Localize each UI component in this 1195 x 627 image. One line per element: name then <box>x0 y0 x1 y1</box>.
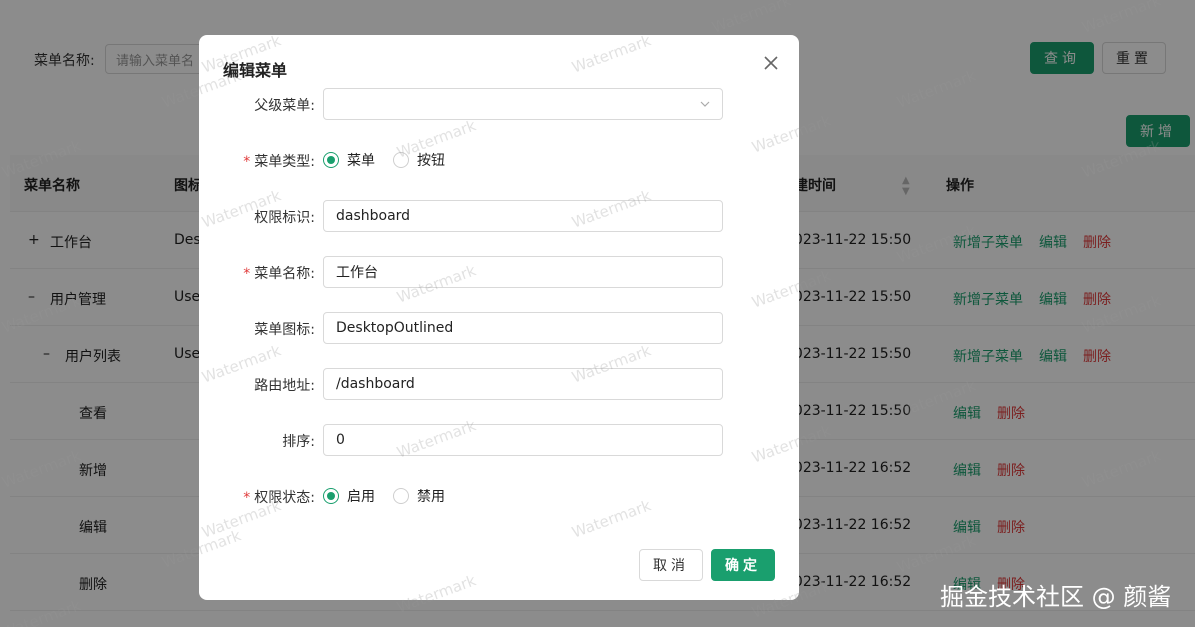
order-value: 0 <box>336 432 345 448</box>
status-option-disabled[interactable]: 禁用 <box>417 486 445 506</box>
close-icon[interactable] <box>761 53 781 73</box>
route-input[interactable]: /dashboard <box>323 368 723 400</box>
perm-input[interactable]: dashboard <box>323 200 723 232</box>
parent-label: 父级菜单: <box>254 98 315 114</box>
type-radio-group: 菜单 按钮 <box>323 150 463 170</box>
status-option-enabled[interactable]: 启用 <box>347 486 375 506</box>
status-radio-disabled[interactable] <box>393 488 409 504</box>
site-brand: 掘金技术社区 @ 颜酱 <box>940 583 1172 611</box>
type-radio-menu[interactable] <box>323 152 339 168</box>
ok-button[interactable]: 确定 <box>711 549 775 581</box>
type-radio-button[interactable] <box>393 152 409 168</box>
type-label-text: 菜单类型: <box>254 154 315 170</box>
icon-input[interactable]: DesktopOutlined <box>323 312 723 344</box>
form-row-icon: 菜单图标: DesktopOutlined <box>199 312 799 344</box>
form-row-route: 路由地址: /dashboard <box>199 368 799 400</box>
form-row-name: * 菜单名称: 工作台 <box>199 256 799 288</box>
name-label-text: 菜单名称: <box>254 266 315 282</box>
edit-menu-modal: 编辑菜单 父级菜单: * 菜单类型: 菜单 按钮 权限标识: dashboard … <box>199 35 799 600</box>
status-radio-group: 启用 禁用 <box>323 486 463 506</box>
form-row-parent: 父级菜单: <box>199 88 799 120</box>
route-value: /dashboard <box>336 376 415 392</box>
form-row-perm: 权限标识: dashboard <box>199 200 799 232</box>
type-option-menu[interactable]: 菜单 <box>347 150 375 170</box>
perm-value: dashboard <box>336 208 411 224</box>
form-row-type: * 菜单类型: 菜单 按钮 <box>199 144 799 176</box>
order-label: 排序: <box>282 434 315 450</box>
order-input[interactable]: 0 <box>323 424 723 456</box>
name-value: 工作台 <box>336 265 378 281</box>
cancel-button[interactable]: 取消 <box>639 549 703 581</box>
status-radio-enabled[interactable] <box>323 488 339 504</box>
name-label: * 菜单名称: <box>243 266 315 282</box>
form-row-status: * 权限状态: 启用 禁用 <box>199 480 799 512</box>
form-row-order: 排序: 0 <box>199 424 799 456</box>
route-label: 路由地址: <box>254 378 315 394</box>
type-label: * 菜单类型: <box>243 154 315 170</box>
status-label-text: 权限状态: <box>254 490 315 506</box>
type-option-button[interactable]: 按钮 <box>417 150 445 170</box>
modal-title: 编辑菜单 <box>223 61 288 80</box>
perm-label: 权限标识: <box>254 210 315 226</box>
parent-select[interactable] <box>323 88 723 120</box>
status-label: * 权限状态: <box>243 490 315 506</box>
icon-label: 菜单图标: <box>254 322 315 338</box>
icon-value: DesktopOutlined <box>336 320 454 336</box>
name-input[interactable]: 工作台 <box>323 256 723 288</box>
chevron-down-icon <box>700 101 710 107</box>
